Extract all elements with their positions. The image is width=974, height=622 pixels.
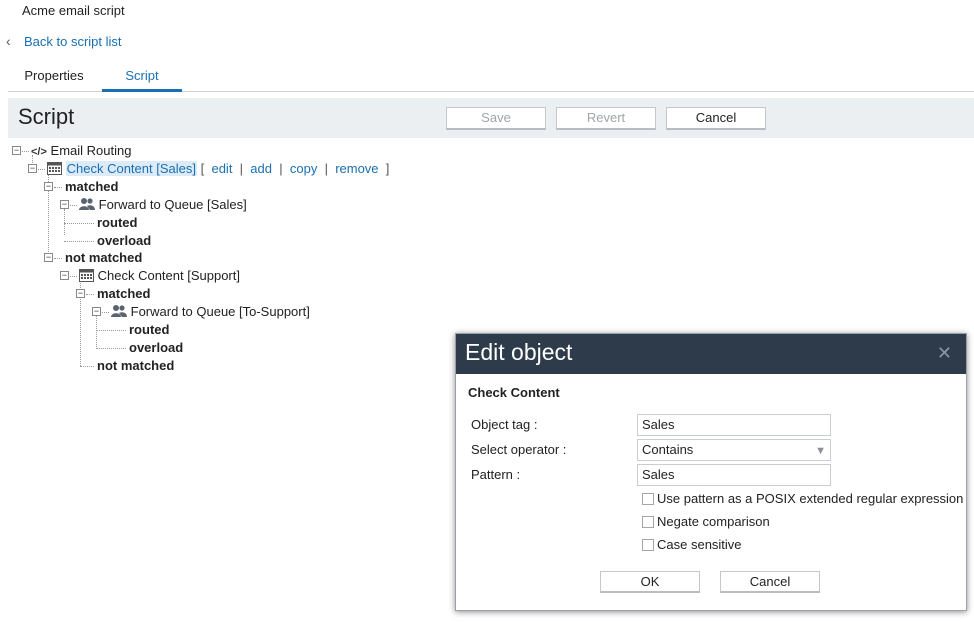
edit-link[interactable]: edit xyxy=(211,161,232,176)
selected-node-label[interactable]: Check Content [Sales] xyxy=(65,161,197,176)
collapse-toggle[interactable]: − xyxy=(44,182,53,191)
back-to-script-list-link[interactable]: ‹ Back to script list xyxy=(6,33,122,49)
collapse-toggle[interactable]: − xyxy=(76,289,85,298)
object-tag-field[interactable]: Sales xyxy=(637,414,831,436)
dialog-cancel-button[interactable]: Cancel xyxy=(720,571,820,593)
back-link-label: Back to script list xyxy=(24,33,122,49)
chevron-left-icon: ‹ xyxy=(6,33,11,49)
collapse-toggle[interactable]: − xyxy=(44,253,53,262)
pattern-field[interactable]: Sales xyxy=(637,464,831,486)
tab-properties[interactable]: Properties xyxy=(24,68,84,83)
edit-object-dialog: Edit object ✕ Check Content Object tag :… xyxy=(455,333,967,611)
bracket-close: ] xyxy=(385,161,390,176)
script-toolbar: Script Save Revert Cancel xyxy=(8,98,974,138)
separator: | xyxy=(324,161,328,176)
users-icon xyxy=(79,198,95,210)
page-title: Script xyxy=(18,104,75,129)
operator-select[interactable]: Contains ▼ xyxy=(637,439,831,461)
operator-selected-value: Contains xyxy=(642,442,694,457)
bracket-open: [ xyxy=(200,161,205,176)
tree-node-matched[interactable]: matched xyxy=(65,178,118,196)
checkbox-icon xyxy=(642,538,654,551)
collapse-toggle[interactable]: − xyxy=(60,271,69,280)
ok-button[interactable]: OK xyxy=(600,571,700,593)
remove-link[interactable]: remove xyxy=(335,161,378,176)
negate-comparison-checkbox[interactable]: Negate comparison xyxy=(642,514,770,529)
revert-button[interactable]: Revert xyxy=(556,107,656,130)
close-icon[interactable]: ✕ xyxy=(937,343,952,364)
code-icon: </> xyxy=(31,146,47,158)
tree-node-routed[interactable]: routed xyxy=(129,321,169,339)
select-operator-label: Select operator : xyxy=(471,442,567,457)
tree-node-not-matched[interactable]: not matched xyxy=(97,357,174,375)
tree-node-label: Email Routing xyxy=(50,143,132,158)
tree-node-overload[interactable]: overload xyxy=(129,339,183,357)
tree-node-routed[interactable]: routed xyxy=(97,214,137,232)
checkbox-icon xyxy=(642,492,654,505)
dialog-header: Edit object ✕ xyxy=(456,334,966,374)
checkbox-label: Case sensitive xyxy=(657,537,742,552)
tree-node-check-content-support[interactable]: Check Content [Support] xyxy=(79,267,240,285)
pattern-label: Pattern : xyxy=(471,467,521,482)
collapse-toggle[interactable]: − xyxy=(28,164,37,173)
dialog-subtitle: Check Content xyxy=(468,385,560,400)
collapse-toggle[interactable]: − xyxy=(12,146,21,155)
tree-node-label: Forward to Queue [To-Support] xyxy=(130,304,310,319)
tree-node-email-routing[interactable]: </> Email Routing xyxy=(31,142,131,161)
checkbox-label: Use pattern as a POSIX extended regular … xyxy=(657,491,964,506)
tree-node-forward-support[interactable]: Forward to Queue [To-Support] xyxy=(111,303,310,321)
tab-bar: Properties Script xyxy=(8,66,974,92)
tree-node-check-content-sales[interactable]: Check Content [Sales] [ edit | add | cop… xyxy=(47,160,389,178)
copy-link[interactable]: copy xyxy=(290,161,317,176)
separator: | xyxy=(239,161,244,176)
save-button[interactable]: Save xyxy=(446,107,546,130)
tree-node-overload[interactable]: overload xyxy=(97,232,151,250)
collapse-toggle[interactable]: − xyxy=(92,307,101,316)
app-title: Acme email script xyxy=(22,3,125,18)
checkbox-label: Negate comparison xyxy=(657,514,770,529)
tab-script[interactable]: Script xyxy=(102,68,182,92)
posix-regex-checkbox[interactable]: Use pattern as a POSIX extended regular … xyxy=(642,491,963,506)
calendar-icon xyxy=(47,162,62,175)
tree-node-label: Forward to Queue [Sales] xyxy=(98,197,247,212)
separator: | xyxy=(279,161,283,176)
tree-node-label: Check Content [Support] xyxy=(97,268,240,283)
case-sensitive-checkbox[interactable]: Case sensitive xyxy=(642,537,742,552)
object-tag-label: Object tag : xyxy=(471,417,538,432)
calendar-icon xyxy=(79,269,94,282)
tree-node-forward-sales[interactable]: Forward to Queue [Sales] xyxy=(79,196,247,214)
collapse-toggle[interactable]: − xyxy=(60,200,69,209)
dropdown-arrow-icon: ▼ xyxy=(815,445,826,457)
dialog-title: Edit object xyxy=(465,339,573,365)
script-tree: − </> Email Routing − Check Content [Sal… xyxy=(0,140,460,390)
users-icon xyxy=(111,305,127,317)
add-link[interactable]: add xyxy=(250,161,272,176)
tree-node-matched[interactable]: matched xyxy=(97,285,150,303)
tree-node-not-matched[interactable]: not matched xyxy=(65,249,142,267)
checkbox-icon xyxy=(642,515,654,528)
cancel-button[interactable]: Cancel xyxy=(666,107,766,130)
